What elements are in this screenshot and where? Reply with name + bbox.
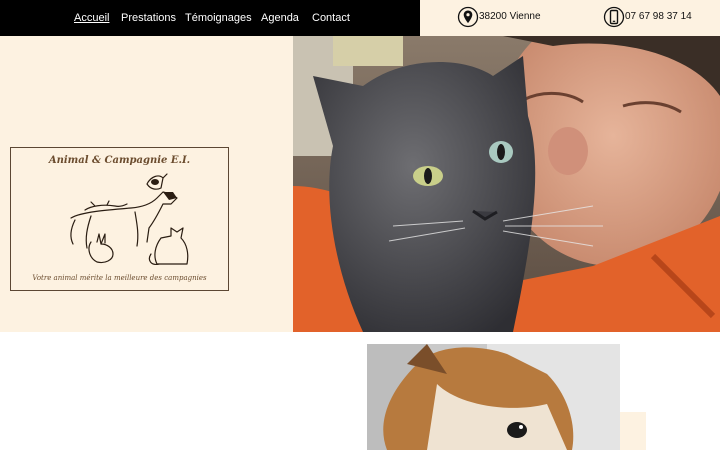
smartphone-icon bbox=[603, 6, 625, 28]
location-text: 38200 Vienne bbox=[479, 11, 541, 22]
hero-photo-cat bbox=[293, 36, 720, 332]
hero-left-panel: Animal & Campagnie E.I. Votre animal mér… bbox=[0, 36, 293, 332]
nav-link-contact[interactable]: Contact bbox=[312, 12, 350, 25]
nav-link-accueil[interactable]: Accueil bbox=[74, 12, 109, 25]
nav-link-temoignages[interactable]: Témoignages bbox=[185, 12, 252, 25]
logo-tagline: Votre animal mérite la meilleure des cam… bbox=[32, 274, 207, 282]
dog-photo bbox=[367, 344, 620, 450]
nav-link-agenda[interactable]: Agenda bbox=[261, 12, 299, 25]
animals-silhouette-icon bbox=[70, 173, 189, 265]
top-navigation: Accueil Prestations Témoignages Agenda C… bbox=[0, 0, 420, 36]
nav-link-prestations[interactable]: Prestations bbox=[121, 12, 176, 25]
cat-photo-image bbox=[293, 36, 720, 332]
contact-bar: 38200 Vienne 07 67 98 37 14 bbox=[420, 0, 720, 36]
decorative-cream-block bbox=[620, 412, 646, 450]
brand-logo: Animal & Campagnie E.I. Votre animal mér… bbox=[10, 147, 229, 291]
logo-title: Animal & Campagnie E.I. bbox=[48, 155, 191, 166]
dog-photo-image bbox=[367, 344, 620, 450]
location-pin-icon bbox=[457, 6, 479, 28]
phone-number[interactable]: 07 67 98 37 14 bbox=[625, 11, 692, 23]
